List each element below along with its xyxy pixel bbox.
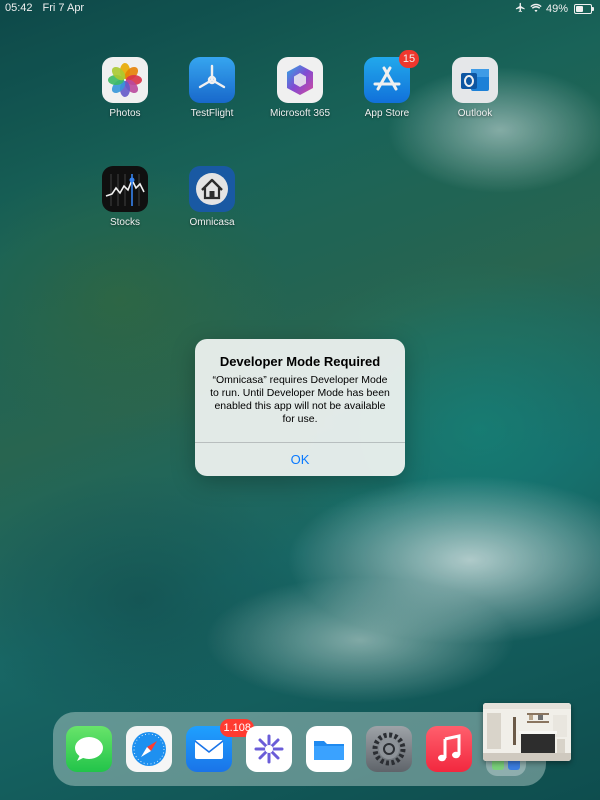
files-icon[interactable] xyxy=(306,726,352,772)
perplexity-icon[interactable] xyxy=(246,726,292,772)
developer-mode-alert: Developer Mode Required “Omnicasa” requi… xyxy=(195,339,405,476)
messages-icon[interactable] xyxy=(66,726,112,772)
mail-icon[interactable]: 1.108 xyxy=(186,719,254,772)
music-icon[interactable] xyxy=(426,726,472,772)
ok-button[interactable]: OK xyxy=(195,443,405,476)
settings-icon[interactable] xyxy=(366,726,412,772)
picture-in-picture-preview[interactable] xyxy=(483,703,571,761)
alert-message: “Omnicasa” requires Developer Mode to ru… xyxy=(210,374,390,425)
dock: 1.108 xyxy=(53,712,546,786)
alert-title: Developer Mode Required xyxy=(219,354,381,369)
safari-icon[interactable] xyxy=(126,726,172,772)
